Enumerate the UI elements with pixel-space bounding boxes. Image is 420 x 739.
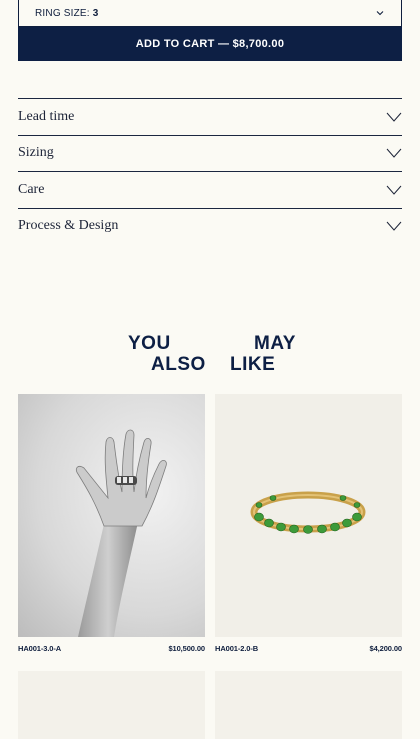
heading-word: ALSO	[151, 354, 206, 375]
ring-size-label: RING SIZE: 3	[35, 7, 99, 19]
product-card[interactable]	[18, 671, 205, 739]
chevron-down-icon	[386, 221, 402, 232]
product-meta: HA001-3.0-A $10,500.00	[18, 644, 205, 653]
product-card[interactable]: HA001-2.0-B $4,200.00	[215, 394, 402, 653]
accordion-label: Sizing	[18, 145, 54, 161]
add-to-cart-button[interactable]: ADD TO CART — $8,700.00	[18, 27, 402, 61]
product-sku: HA001-3.0-A	[18, 644, 62, 653]
heading-word: LIKE	[230, 354, 276, 375]
accordion-label: Lead time	[18, 108, 75, 124]
accordion-lead-time[interactable]: Lead time	[18, 98, 402, 135]
product-meta: HA001-2.0-B $4,200.00	[215, 644, 402, 653]
ring-size-select[interactable]: RING SIZE: 3	[18, 0, 402, 27]
product-info-accordion: Lead time Sizing Care Process & Design	[18, 98, 402, 244]
product-price: $10,500.00	[168, 644, 205, 653]
chevron-down-icon	[386, 148, 402, 159]
product-card[interactable]	[215, 671, 402, 739]
chevron-down-icon	[386, 185, 402, 195]
product-sku: HA001-2.0-B	[215, 644, 259, 653]
product-card[interactable]: HA001-3.0-A $10,500.00	[18, 394, 205, 653]
product-price: $4,200.00	[369, 644, 403, 653]
accordion-sizing[interactable]: Sizing	[18, 134, 402, 172]
you-may-also-like-heading: YOU MAY ALSO LIKE	[0, 333, 420, 377]
product-image-hand-with-ring	[18, 394, 205, 637]
product-image-emerald-band	[215, 394, 402, 637]
accordion-process-design[interactable]: Process & Design	[18, 207, 402, 245]
chevron-down-icon	[376, 11, 384, 16]
ring-size-value: 3	[92, 7, 99, 19]
heading-word: YOU	[128, 333, 171, 354]
accordion-label: Care	[18, 181, 45, 197]
chevron-down-icon	[386, 112, 402, 122]
accordion-label: Process & Design	[18, 218, 119, 234]
accordion-care[interactable]: Care	[18, 171, 402, 208]
heading-word: MAY	[254, 333, 296, 354]
